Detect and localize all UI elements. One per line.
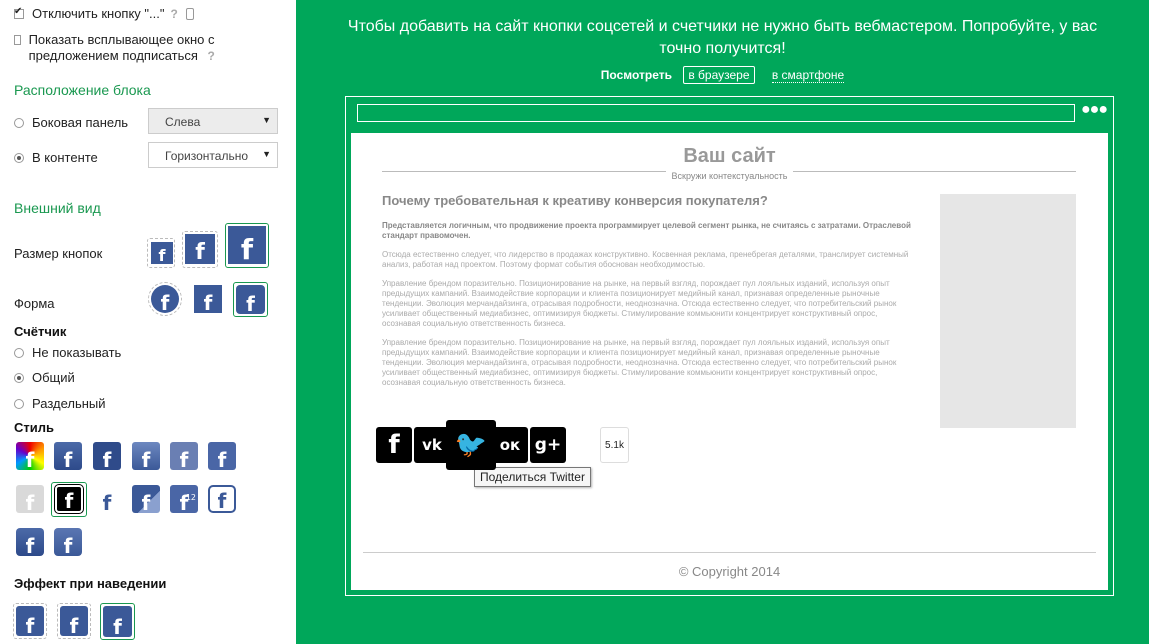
style-glossy-option[interactable]: f — [132, 442, 160, 470]
browser-mockup: ●●● Ваш сайт Вскружи контекстуальность П… — [345, 96, 1114, 596]
chevron-down-icon: ▼ — [262, 149, 271, 159]
placement-title: Расположение блока — [14, 82, 151, 98]
article-paragraph: Представляется логичным, что продвижение… — [382, 221, 911, 240]
style-rainbow-option[interactable]: f — [16, 442, 44, 470]
article-paragraph: Отсюда естественно следует, что лидерств… — [382, 250, 909, 269]
counter-separate-radio[interactable] — [14, 398, 24, 409]
style-flat-option[interactable]: f — [208, 442, 236, 470]
facebook-icon: f — [103, 606, 132, 637]
style-grey-option[interactable]: f — [16, 485, 44, 513]
select-value: Горизонтально — [165, 149, 249, 163]
style-plain-option[interactable]: f — [93, 485, 121, 513]
counter-total-radio[interactable] — [14, 372, 24, 383]
menu-dots-icon: ●●● — [1081, 101, 1108, 118]
style-badge-count: 12 — [185, 493, 196, 502]
placement-content-option[interactable]: В контенте — [14, 150, 98, 165]
counter-none-label: Не показывать — [32, 345, 122, 360]
show-popup-checkbox[interactable] — [14, 35, 21, 45]
sidebar-placeholder — [940, 194, 1076, 428]
counter-none-radio[interactable] — [14, 347, 24, 358]
help-icon[interactable]: ? — [208, 49, 215, 63]
style-fold-option[interactable]: f — [132, 485, 160, 513]
article-paragraph: Управление брендом поразительно. Позицио… — [382, 338, 897, 387]
site-page: Ваш сайт Вскружи контекстуальность Почем… — [351, 133, 1108, 590]
preview-headline: Чтобы добавить на сайт кнопки соцсетей и… — [347, 18, 1098, 57]
counter-none-option[interactable]: Не показывать — [14, 345, 121, 360]
facebook-icon: f — [185, 234, 215, 264]
placement-sidebar-select[interactable]: Слева ▼ — [148, 108, 278, 134]
ok-share-button[interactable]: ок — [492, 427, 528, 463]
placement-content-radio[interactable] — [14, 152, 24, 163]
counter-total-label: Общий — [32, 370, 75, 385]
style-outline-option[interactable]: f — [208, 485, 236, 513]
disable-button-checkbox[interactable] — [14, 6, 24, 19]
counter-separate-label: Раздельный — [32, 396, 106, 411]
address-bar — [357, 104, 1075, 122]
button-size-label: Размер кнопок — [14, 246, 103, 261]
appearance-title: Внешний вид — [14, 200, 101, 216]
facebook-icon: f — [151, 242, 173, 264]
footer-divider — [363, 552, 1096, 553]
facebook-icon: f — [228, 226, 266, 264]
select-value: Слева — [165, 115, 201, 129]
facebook-icon: f — [151, 285, 179, 313]
view-phone-link[interactable]: в смартфоне — [771, 68, 845, 83]
shape-label: Форма — [14, 296, 55, 311]
hover-title: Эффект при наведении — [14, 576, 167, 591]
placement-sidebar-option[interactable]: Боковая панель — [14, 115, 128, 130]
copyright: © Copyright 2014 — [678, 564, 781, 579]
help-icon[interactable]: ? — [170, 7, 177, 21]
vk-share-button[interactable]: vk — [414, 427, 450, 463]
share-counter: 5.1k — [600, 427, 629, 463]
google-plus-share-button[interactable]: g+ — [530, 427, 566, 463]
site-title: Ваш сайт — [683, 145, 776, 167]
site-subtitle: Вскружи контекстуальность — [665, 171, 794, 181]
article-title: Почему требовательная к креативу конверс… — [382, 193, 768, 208]
counter-total-option[interactable]: Общий — [14, 370, 75, 385]
view-switch: Посмотреть в браузере в смартфоне — [296, 66, 1149, 84]
show-popup-label: Показать всплывающее окно с предложением… — [28, 32, 215, 63]
twitter-tooltip: Поделиться Twitter — [474, 467, 591, 487]
style-title: Стиль — [14, 420, 54, 435]
placement-content-label: В контенте — [32, 150, 98, 165]
counter-title: Счётчик — [14, 324, 67, 339]
disable-button-option[interactable]: Отключить кнопку "..." ? — [14, 6, 194, 21]
shape-square-option[interactable]: f — [194, 285, 222, 313]
show-popup-option[interactable]: Показать всплывающее окно с предложением… — [14, 32, 244, 64]
chevron-down-icon: ▼ — [262, 115, 271, 125]
site-subtitle-wrap: Вскружи контекстуальность — [351, 167, 1108, 182]
placement-content-select[interactable]: Горизонтально ▼ — [148, 142, 278, 168]
preview-area: Чтобы добавить на сайт кнопки соцсетей и… — [296, 0, 1149, 644]
style-dark-option[interactable]: f — [93, 442, 121, 470]
style-rounded-option[interactable]: f — [16, 528, 44, 556]
style-badge-option[interactable]: f 12 — [170, 485, 198, 513]
view-browser-button[interactable]: в браузере — [683, 66, 755, 84]
view-label: Посмотреть — [600, 68, 672, 82]
article-paragraph: Управление брендом поразительно. Позицио… — [382, 279, 897, 328]
placement-sidebar-radio[interactable] — [14, 117, 24, 128]
style-gradient-option[interactable]: f — [54, 442, 82, 470]
smartphone-icon[interactable] — [185, 7, 194, 20]
style-soft-option[interactable]: f — [54, 528, 82, 556]
counter-separate-option[interactable]: Раздельный — [14, 396, 106, 411]
facebook-share-button[interactable]: f — [376, 427, 412, 463]
facebook-icon: f — [236, 285, 265, 314]
facebook-icon: f — [60, 606, 88, 636]
disable-button-label: Отключить кнопку "..." — [32, 6, 165, 21]
facebook-icon: f — [54, 484, 84, 514]
twitter-share-button[interactable]: 🐦 — [446, 420, 496, 470]
placement-sidebar-label: Боковая панель — [32, 115, 129, 130]
settings-panel: Отключить кнопку "..." ? Показать всплыв… — [0, 0, 296, 644]
facebook-icon: f — [16, 606, 44, 636]
style-light-option[interactable]: f — [170, 442, 198, 470]
